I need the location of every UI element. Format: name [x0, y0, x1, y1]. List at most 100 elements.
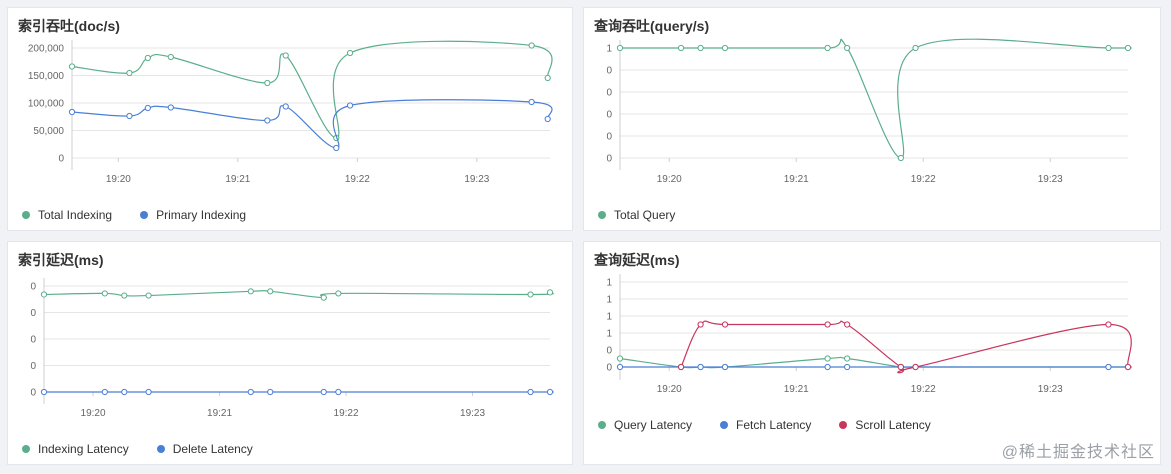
- data-point[interactable]: [267, 288, 274, 295]
- data-point[interactable]: [144, 104, 151, 112]
- legend-item[interactable]: Total Query: [598, 208, 675, 222]
- data-point[interactable]: [68, 108, 76, 116]
- data-point[interactable]: [824, 355, 831, 362]
- data-point[interactable]: [121, 292, 128, 299]
- watermark: @稀土掘金技术社区: [1001, 444, 1155, 461]
- query-latency-chart: 0 0 1 1 1 1 19:20 19:21 19:22 19:23: [606, 274, 1132, 395]
- data-point[interactable]: [282, 52, 289, 59]
- data-point[interactable]: [1105, 321, 1112, 328]
- data-point[interactable]: [721, 44, 729, 52]
- data-point[interactable]: [145, 388, 152, 396]
- data-point[interactable]: [320, 294, 327, 301]
- data-point[interactable]: [1124, 44, 1132, 52]
- data-point[interactable]: [264, 79, 271, 87]
- y-tick-label: 0: [606, 363, 612, 374]
- data-point[interactable]: [844, 321, 851, 328]
- legend-label: Fetch Latency: [736, 418, 812, 432]
- data-point[interactable]: [40, 291, 48, 298]
- legend-label: Delete Latency: [172, 442, 253, 456]
- data-point[interactable]: [126, 69, 133, 77]
- data-point[interactable]: [1105, 44, 1112, 52]
- data-point[interactable]: [247, 288, 254, 295]
- x-tick-label: 19:21: [784, 384, 809, 395]
- data-point[interactable]: [335, 290, 342, 297]
- data-point[interactable]: [40, 388, 48, 396]
- data-point[interactable]: [897, 154, 904, 162]
- y-tick-label: 0: [30, 361, 36, 372]
- data-point[interactable]: [844, 355, 851, 362]
- data-point[interactable]: [912, 363, 919, 371]
- y-tick-label: 0: [30, 282, 36, 293]
- data-point[interactable]: [167, 53, 174, 61]
- legend-item[interactable]: Indexing Latency: [22, 442, 129, 456]
- data-point[interactable]: [824, 321, 831, 328]
- data-point[interactable]: [527, 291, 534, 298]
- data-point[interactable]: [126, 112, 133, 120]
- data-point[interactable]: [101, 388, 108, 396]
- data-point[interactable]: [247, 388, 254, 396]
- data-point[interactable]: [546, 289, 554, 296]
- y-tick-label: 0: [30, 388, 36, 399]
- y-tick-label: 1: [606, 312, 612, 323]
- y-tick-label: 0: [30, 335, 36, 346]
- data-point[interactable]: [824, 44, 831, 52]
- x-tick-label: 19:20: [657, 174, 682, 185]
- series-line: [43, 289, 554, 299]
- data-point[interactable]: [333, 144, 340, 152]
- y-tick-label: 1: [606, 278, 612, 289]
- data-point[interactable]: [616, 44, 624, 52]
- data-point[interactable]: [616, 355, 624, 362]
- legend-item[interactable]: Fetch Latency: [720, 418, 811, 432]
- data-point[interactable]: [697, 363, 704, 371]
- x-tick-label: 19:22: [911, 384, 936, 395]
- y-tick-label: 1: [606, 329, 612, 340]
- data-point[interactable]: [824, 363, 831, 371]
- data-point[interactable]: [167, 104, 174, 111]
- data-point[interactable]: [546, 388, 554, 396]
- data-point[interactable]: [101, 290, 108, 297]
- data-point[interactable]: [912, 44, 919, 52]
- data-point[interactable]: [677, 44, 685, 52]
- data-point[interactable]: [144, 54, 151, 62]
- x-tick-label: 19:20: [106, 174, 131, 185]
- data-point[interactable]: [346, 49, 354, 57]
- y-tick-label: 0: [606, 154, 612, 165]
- legend-item[interactable]: Primary Indexing: [140, 208, 246, 222]
- data-point[interactable]: [721, 321, 729, 328]
- data-point[interactable]: [282, 103, 289, 110]
- data-point[interactable]: [697, 321, 704, 328]
- data-point[interactable]: [528, 42, 535, 49]
- y-tick-label: 150,000: [28, 71, 65, 82]
- data-point[interactable]: [544, 74, 551, 82]
- data-point[interactable]: [1124, 363, 1132, 371]
- data-point[interactable]: [721, 363, 729, 371]
- data-point[interactable]: [677, 363, 685, 371]
- data-point[interactable]: [844, 363, 851, 371]
- indexing-throughput-chart: 0 50,000 100,000 150,000 200,000 19:20 19:21 19…: [28, 40, 553, 185]
- data-point[interactable]: [68, 63, 76, 70]
- data-point[interactable]: [121, 388, 128, 396]
- data-point[interactable]: [528, 98, 535, 106]
- series-line: [619, 38, 1132, 159]
- data-point[interactable]: [616, 363, 624, 371]
- data-point[interactable]: [320, 388, 327, 396]
- data-point[interactable]: [844, 44, 851, 52]
- data-point[interactable]: [267, 388, 274, 396]
- data-point[interactable]: [697, 44, 704, 52]
- data-point[interactable]: [527, 388, 534, 396]
- legend: Indexing Latency Delete Latency: [22, 442, 253, 456]
- data-point[interactable]: [264, 117, 271, 124]
- x-tick-label: 19:23: [1038, 384, 1063, 395]
- data-point[interactable]: [897, 363, 904, 371]
- data-point[interactable]: [1105, 363, 1112, 371]
- legend-label: Scroll Latency: [855, 418, 931, 432]
- y-tick-label: 0: [606, 66, 612, 77]
- data-point[interactable]: [335, 388, 342, 396]
- legend-item[interactable]: Delete Latency: [156, 442, 253, 456]
- legend-item[interactable]: Scroll Latency: [839, 418, 931, 432]
- legend-item[interactable]: Query Latency: [598, 418, 692, 432]
- data-point[interactable]: [346, 102, 354, 109]
- legend-item[interactable]: Total Indexing: [22, 208, 112, 222]
- data-point[interactable]: [145, 292, 152, 299]
- data-point[interactable]: [544, 115, 551, 123]
